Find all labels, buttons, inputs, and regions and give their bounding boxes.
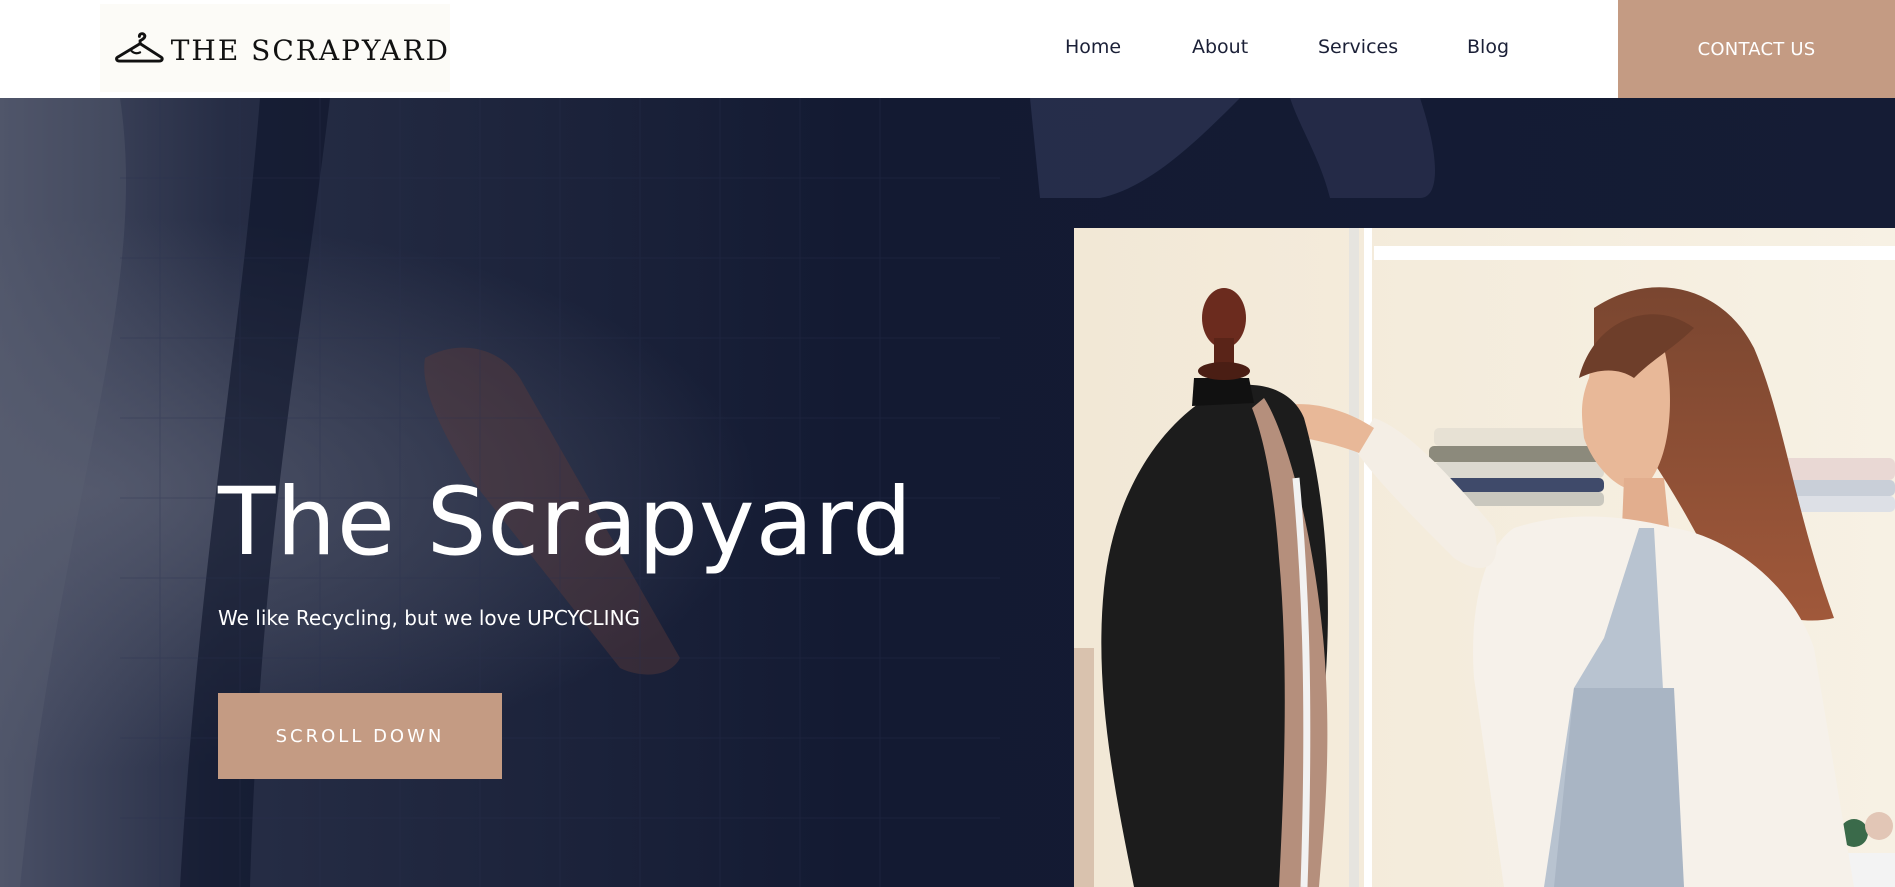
hero-subtitle: We like Recycling, but we love UPCYCLING (218, 606, 641, 630)
nav-about[interactable]: About (1192, 36, 1248, 58)
nav-home[interactable]: Home (1065, 36, 1121, 58)
nav-blog[interactable]: Blog (1467, 36, 1509, 58)
contact-us-button[interactable]: CONTACT US (1618, 0, 1895, 98)
hanger-icon (115, 32, 164, 63)
logo-text: THE SCRAPYARD (170, 33, 450, 67)
hero-title: The Scrapyard (218, 468, 913, 577)
site-header: THE SCRAPYARD Home About Services Blog C… (0, 0, 1895, 98)
tailor-illustration (1074, 228, 1895, 887)
hero-section: The Scrapyard We like Recycling, but we … (0, 98, 1895, 887)
scroll-down-button[interactable]: SCROLL DOWN (218, 693, 502, 779)
site-logo[interactable]: THE SCRAPYARD (100, 4, 450, 92)
nav-services[interactable]: Services (1318, 36, 1398, 58)
tailor-photo (1074, 228, 1895, 887)
